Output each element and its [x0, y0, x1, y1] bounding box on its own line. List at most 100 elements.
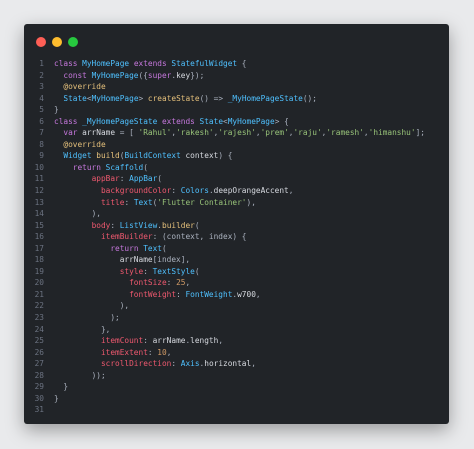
line-number: 20 — [34, 278, 44, 288]
code-token: ), — [246, 197, 256, 207]
code-token: , — [251, 359, 256, 369]
line-number: 16 — [34, 232, 44, 242]
code-token: : — [143, 336, 153, 346]
code-token: State — [199, 116, 224, 126]
line-number: 28 — [34, 370, 44, 380]
code-token: > { — [274, 116, 289, 126]
line-text: Widget build(BuildContext context) { — [54, 150, 232, 162]
code-token: arrName — [152, 336, 186, 346]
code-token: 'Rahul' — [138, 128, 172, 138]
code-token: ), — [119, 301, 130, 311]
code-token: : — [110, 220, 120, 230]
code-token: super — [147, 70, 172, 80]
code-token: _MyHomePageState — [227, 93, 303, 103]
line-text: )); — [54, 370, 106, 382]
code-line: 27 scrollDirection: Axis.horizontal, — [24, 358, 449, 370]
code-token: ]; — [415, 128, 425, 138]
code-token: class — [54, 116, 83, 126]
line-number: 15 — [34, 220, 44, 230]
code-line: 5} — [24, 104, 449, 116]
code-line: 10 return Scaffold( — [24, 162, 449, 174]
code-token: 'rakesh' — [176, 128, 214, 138]
line-number: 21 — [34, 289, 44, 299]
line-text: ), — [54, 300, 129, 312]
line-number: 12 — [34, 186, 44, 196]
code-token: } — [63, 382, 69, 392]
line-number: 19 — [34, 266, 44, 276]
window-controls — [36, 37, 78, 47]
line-text: }, — [54, 324, 110, 336]
code-token: : — [166, 278, 177, 288]
line-text: title: Text('Flutter Container'), — [54, 197, 256, 209]
code-window: 1 class MyHomePage extends StatefulWidget… — [24, 24, 449, 424]
code-token: } — [54, 393, 59, 403]
code-token: (); — [302, 93, 317, 103]
line-text: class MyHomePage extends StatefulWidget … — [54, 58, 246, 70]
code-line: 1 class MyHomePage extends StatefulWidget… — [24, 58, 449, 70]
code-token: backgroundColor — [100, 186, 172, 196]
code-token: scrollDirection — [100, 359, 172, 369]
code-line: 8 @override — [24, 139, 449, 151]
code-line: 11 appBar: AppBar( — [24, 173, 449, 185]
code-line: 19 style: TextStyle( — [24, 266, 449, 278]
line-number: 13 — [34, 197, 44, 207]
code-token: body — [91, 220, 111, 230]
code-token: , — [218, 336, 224, 346]
code-token: StatefulWidget — [171, 59, 238, 68]
code-token: context — [185, 151, 219, 161]
code-token: 'ramesh' — [326, 128, 364, 138]
code-token: > — [138, 93, 148, 103]
code-token: _MyHomePageState — [82, 116, 162, 126]
minimize-dot-icon[interactable] — [52, 37, 62, 47]
code-token: [index], — [152, 255, 191, 265]
line-number: 17 — [34, 243, 44, 253]
code-line: 20 fontSize: 25, — [24, 277, 449, 289]
code-token: )); — [91, 370, 106, 380]
close-dot-icon[interactable] — [36, 37, 46, 47]
code-token: Scaffold — [105, 162, 144, 172]
maximize-dot-icon[interactable] — [68, 37, 78, 47]
line-number: 18 — [34, 255, 44, 265]
code-token: title — [100, 197, 125, 207]
code-token: }, — [100, 324, 111, 334]
code-token: TextStyle — [152, 266, 195, 276]
code-token: return — [110, 243, 144, 253]
code-line: 9 Widget build(BuildContext context) { — [24, 150, 449, 162]
code-token: arrName — [82, 128, 116, 138]
code-token: , — [288, 186, 294, 196]
code-token: AppBar — [129, 174, 158, 184]
code-token: arrName — [119, 255, 153, 265]
code-line: 25 itemCount: arrName.length, — [24, 335, 449, 347]
code-token: Axis — [180, 359, 200, 369]
line-text: ), — [54, 208, 101, 220]
code-line: 21 fontWeight: FontWeight.w700, — [24, 289, 449, 301]
line-text: @override — [54, 81, 105, 93]
code-token: ); — [110, 313, 120, 323]
code-token: Text — [133, 197, 153, 207]
code-token: MyHomePage — [227, 116, 275, 126]
line-number: 4 — [39, 93, 44, 103]
code-token: ( — [194, 266, 200, 276]
line-number: 6 — [39, 116, 44, 126]
code-token: @override — [63, 139, 106, 149]
code-token: 10 — [157, 347, 167, 357]
line-text: itemBuilder: (context, index) { — [54, 231, 247, 243]
code-token: } — [54, 105, 59, 115]
line-number: 27 — [34, 359, 44, 369]
code-line: 24 }, — [24, 324, 449, 336]
code-token: BuildContext — [124, 151, 186, 161]
line-number: 24 — [34, 324, 44, 334]
code-token: ( — [143, 162, 148, 172]
code-line: 7 var arrName = [ 'Rahul','rakesh','raje… — [24, 127, 449, 139]
